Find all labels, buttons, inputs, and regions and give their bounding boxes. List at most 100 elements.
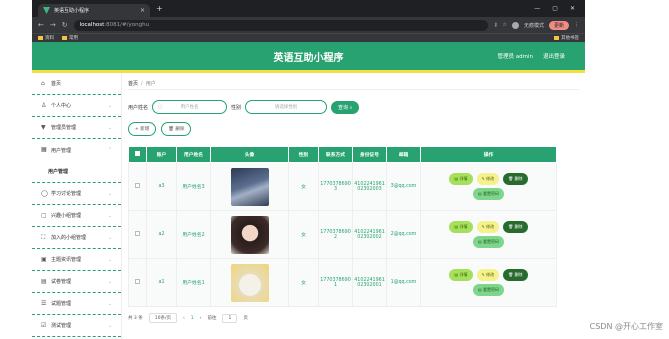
maximize-icon[interactable]: ▢ [552,5,558,12]
detail-button[interactable]: ▤ 详情 [449,173,472,185]
menu-icon[interactable]: ⋮ [574,22,579,28]
browser-tab[interactable]: 英语互助小程序 × [38,4,150,17]
email-cell: 1@qq.com [387,259,421,307]
delete-label: 删除 [515,176,523,181]
detail-button[interactable]: ▤ 详情 [449,221,472,233]
page-size-select[interactable]: 10条/页 [149,313,177,323]
table-row: a3 用户姓名3 女 17703786903 41022419610230200… [129,163,557,211]
ops-cell: ▤ 详情 ✎ 修改 🗑 删除 ▤ 重置密码 [421,259,557,307]
sidebar-item-label: 用户管理 [51,147,71,154]
avatar-image [231,168,269,206]
sidebar-item-joined-groups[interactable]: ⛶ 加入的小组管理 ⌄ [32,227,121,249]
add-button[interactable]: + 新增 [128,122,156,136]
sidebar-item-label: 试题管理 [51,300,71,307]
group-icon: ▢ [41,213,47,219]
search-icon: ⌕ [350,105,353,111]
home-icon: ⌂ [41,81,47,87]
detail-label: 详情 [460,224,468,229]
email-cell: 2@qq.com [387,211,421,259]
gender-select[interactable]: 请选择性别 [245,100,327,114]
select-all-checkbox[interactable] [135,151,140,156]
next-page-icon[interactable]: › [200,316,202,321]
sidebar-item-label: 测试管理 [51,322,71,329]
sidebar-item-users[interactable]: ▦ 用户管理 ⌃ [32,139,121,161]
sidebar-item-home[interactable]: ⌂ 首页 [32,73,121,95]
update-button[interactable]: 更新 [549,21,569,30]
edit-button[interactable]: ✎ 修改 [477,173,500,185]
sidebar-item-label: 学习讨论管理 [51,190,81,197]
name-search-input[interactable]: ○ 用户姓名 [152,100,227,114]
reset-password-button[interactable]: ▤ 重置密码 [473,284,504,296]
forward-icon[interactable]: → [50,21,56,29]
page-suffix: 页 [243,315,248,321]
edit-button[interactable]: ✎ 修改 [477,269,500,281]
logout-link[interactable]: 退出登录 [543,52,565,60]
name-cell: 用户姓名2 [177,211,211,259]
query-button[interactable]: 查询 ⌕ [331,101,359,114]
back-icon[interactable]: ← [38,21,44,29]
column-header: 身份证号 [353,147,387,163]
incognito-avatar [512,22,519,29]
close-window-icon[interactable]: ✕ [570,5,575,12]
row-checkbox[interactable] [135,279,140,284]
breadcrumb-current: 用户 [146,80,156,87]
ops-cell: ▤ 详情 ✎ 修改 🗑 删除 ▤ 重置密码 [421,211,557,259]
delete-button[interactable]: 🗑 删除 [503,269,527,281]
sidebar-item-discussion[interactable]: ◯ 学习讨论管理 ⌄ [32,183,121,205]
account-cell: a3 [147,163,177,211]
prev-page-icon[interactable]: ‹ [183,316,185,321]
detail-button[interactable]: ▤ 详情 [449,269,472,281]
star-icon[interactable]: ☆ [502,22,506,28]
minimize-icon[interactable]: — [534,5,540,12]
close-tab-icon[interactable]: × [140,7,145,14]
edit-label: 修改 [486,176,494,181]
delete-label: 删除 [515,272,523,277]
sidebar-subitem-users[interactable]: 用户管理 [32,161,121,183]
sidebar-item-groups[interactable]: ▢ 兴趣小组管理 ⌄ [32,205,121,227]
vue-logo-icon [43,7,50,14]
row-checkbox[interactable] [135,231,140,236]
current-page[interactable]: 1 [191,316,194,321]
avatar-image [231,216,269,254]
sidebar-item-news[interactable]: ▣ 主题资讯管理 ⌄ [32,249,121,271]
name-label: 用户姓名 [128,104,148,111]
reset-password-button[interactable]: ▤ 重置密码 [473,236,504,248]
url-field[interactable]: localhost:8081/#/yonghu [74,20,488,31]
chevron-down-icon: ⌄ [108,125,112,131]
sidebar-item-label: 试卷管理 [51,278,71,285]
breadcrumb-home[interactable]: 首页 [128,80,138,87]
join-icon: ⛶ [41,235,47,241]
sidebar-item-admin[interactable]: ▼ 管理员管理 ⌄ [32,117,121,139]
gender-cell: 女 [289,211,319,259]
name-placeholder: 用户姓名 [181,104,199,110]
other-bookmarks[interactable]: 其他书签 [554,35,579,41]
gender-cell: 女 [289,259,319,307]
avatar-cell [211,163,289,211]
bookmark-folder[interactable]: 常用 [62,35,78,41]
bookmark-folder[interactable]: 资料 [38,35,54,41]
sidebar-item-label: 主题资讯管理 [51,256,81,263]
sidebar-item-profile[interactable]: ♙ 个人中心 ⌄ [32,95,121,117]
sidebar-item-tests[interactable]: ☑ 测试管理 ⌄ [32,315,121,337]
delete-button[interactable]: 🗑 删除 [503,173,527,185]
phone-cell: 17703786903 [319,163,353,211]
goto-input[interactable]: 1 [222,314,237,323]
delete-button[interactable]: 🗑 删除 [503,221,527,233]
row-select-cell [129,211,147,259]
name-cell: 用户姓名1 [177,259,211,307]
gender-label: 性别 [231,104,241,111]
sidebar-item-label: 兴趣小组管理 [51,212,81,219]
row-checkbox[interactable] [135,183,140,188]
pagination: 共 3 条 10条/页 ‹ 1 › 前往 1 页 [128,313,579,323]
reload-icon[interactable]: ↻ [62,21,68,29]
phone-cell: 17703786902 [319,211,353,259]
edit-button[interactable]: ✎ 修改 [477,221,500,233]
chevron-down-icon: ⌄ [108,323,112,329]
breadcrumb: 首页 / 用户 [128,78,579,90]
sidebar-item-questions[interactable]: ☰ 试题管理 ⌄ [32,293,121,315]
sidebar-item-papers[interactable]: ▤ 试卷管理 ⌄ [32,271,121,293]
batch-delete-button[interactable]: 🗑 删除 [161,122,191,136]
key-icon[interactable]: ⚷ [494,22,498,28]
new-tab-icon[interactable]: + [156,4,163,13]
reset-password-button[interactable]: ▤ 重置密码 [473,188,504,200]
